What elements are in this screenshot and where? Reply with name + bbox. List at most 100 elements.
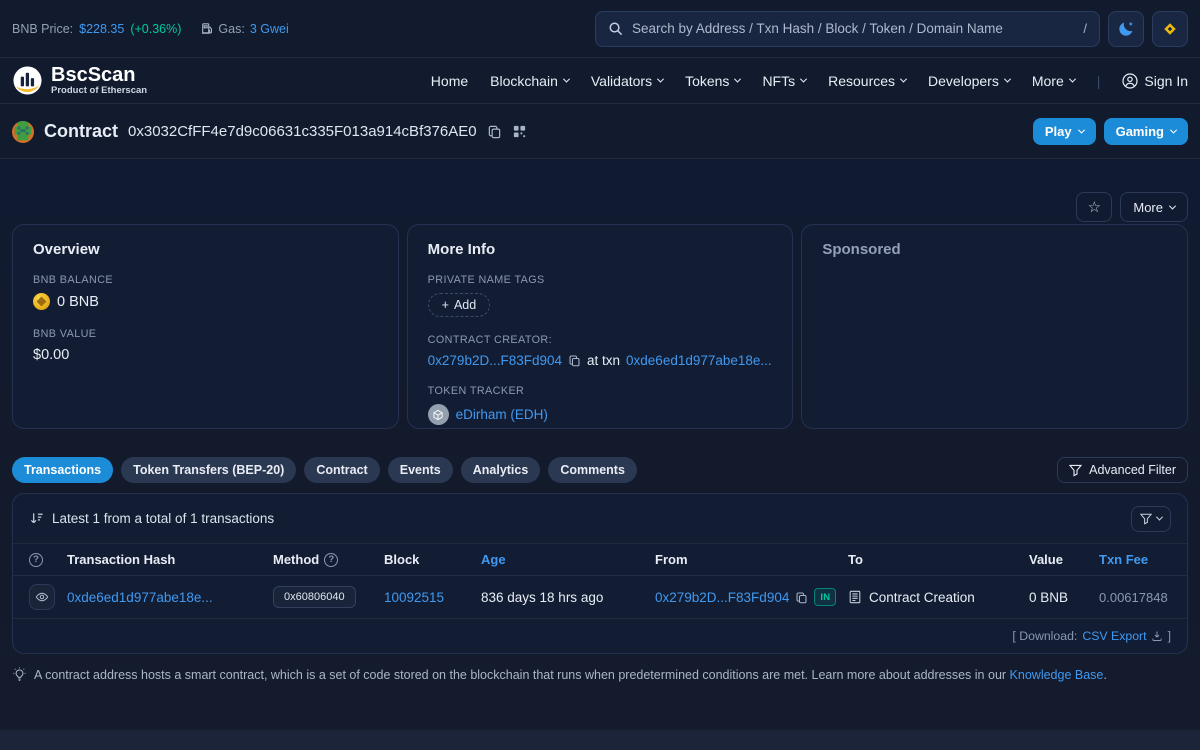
knowledge-base-link[interactable]: Knowledge Base [1010, 668, 1104, 682]
nav-item-tokens[interactable]: Tokens [685, 73, 740, 89]
tx-fee: 0.00617848 [1099, 590, 1173, 605]
brand-tagline: Product of Etherscan [51, 86, 147, 96]
plus-icon: + [442, 298, 449, 312]
footer-band [0, 730, 1200, 750]
bnb-value: $0.00 [33, 347, 69, 363]
at-txn-text: at txn [587, 353, 620, 368]
funnel-icon [1140, 513, 1152, 525]
gas-value[interactable]: 3 Gwei [250, 22, 289, 36]
help-icon: ? [324, 553, 338, 567]
gas-pump-icon [201, 22, 213, 35]
advanced-filter-button[interactable]: Advanced Filter [1057, 457, 1188, 483]
gas-label: Gas: [218, 22, 244, 36]
nav-item-validators[interactable]: Validators [591, 73, 663, 89]
user-icon [1122, 73, 1138, 89]
search-bar[interactable]: / [595, 11, 1100, 47]
direction-badge: IN [814, 588, 836, 606]
table-filter-button[interactable] [1131, 506, 1171, 532]
csv-export-link[interactable]: CSV Export [1082, 629, 1162, 643]
token-tracker-link[interactable]: eDirham (EDH) [456, 407, 548, 422]
qr-grid-icon[interactable] [512, 124, 527, 139]
col-transaction-hash: Transaction Hash [67, 552, 273, 567]
contract-creator-row: 0x279b2D...F83Fd904 at txn 0xde6ed1d977a… [428, 353, 773, 368]
navbar: BscScan Product of Etherscan Home Blockc… [0, 57, 1200, 104]
copy-address-icon[interactable] [487, 124, 502, 139]
tx-hash-link[interactable]: 0xde6ed1d977abe18e... [67, 590, 273, 605]
download-prefix: [ Download: [1012, 629, 1077, 643]
bnb-balance-label: BNB BALANCE [33, 274, 378, 286]
method-badge[interactable]: 0x60806040 [273, 586, 356, 608]
bnb-price-change: (+0.36%) [130, 22, 181, 36]
token-tracker-row: eDirham (EDH) [428, 404, 773, 425]
bnb-price-label: BNB Price: [12, 22, 73, 36]
table-header-row: ? Transaction Hash Method? Block Age Fro… [13, 544, 1187, 576]
from-cell: 0x279b2D...F83Fd904 IN [655, 588, 848, 606]
tab-transactions[interactable]: Transactions [12, 457, 113, 483]
bnb-price-value[interactable]: $228.35 [79, 22, 124, 36]
star-icon: ☆ [1088, 198, 1101, 216]
col-method: Method? [273, 552, 384, 567]
main-nav: Home Blockchain Validators Tokens NFTs R… [431, 73, 1188, 89]
col-age-toggle[interactable]: Age [481, 552, 655, 567]
creation-txn-link[interactable]: 0xde6ed1d977abe18e... [626, 353, 772, 368]
tx-value: 0 BNB [1029, 590, 1099, 605]
nav-item-nfts[interactable]: NFTs [762, 73, 806, 89]
copy-creator-icon[interactable] [568, 354, 581, 367]
sponsored-card: Sponsored [801, 224, 1188, 429]
nav-item-home[interactable]: Home [431, 73, 468, 89]
address-identicon [12, 121, 34, 143]
nav-item-more[interactable]: More [1032, 73, 1075, 89]
tab-analytics[interactable]: Analytics [461, 457, 541, 483]
col-txn-fee-toggle[interactable]: Txn Fee [1099, 552, 1173, 567]
bscscan-logo-icon [12, 65, 43, 96]
nav-item-developers[interactable]: Developers [928, 73, 1010, 89]
download-icon [1151, 630, 1163, 642]
creator-address-link[interactable]: 0x279b2D...F83Fd904 [428, 353, 562, 368]
sponsored-title: Sponsored [822, 241, 1167, 258]
chevron-down-icon [1156, 514, 1163, 521]
tab-events[interactable]: Events [388, 457, 453, 483]
lightbulb-icon [12, 667, 27, 682]
nav-item-blockchain[interactable]: Blockchain [490, 73, 569, 89]
more-options-button[interactable]: More [1120, 192, 1188, 222]
sign-in-button[interactable]: Sign In [1122, 73, 1188, 89]
chevron-down-icon [1069, 76, 1076, 83]
tab-contract[interactable]: Contract [304, 457, 379, 483]
gas-group: Gas: 3 Gwei [201, 22, 288, 36]
block-link[interactable]: 10092515 [384, 590, 481, 605]
tab-token-transfers[interactable]: Token Transfers (BEP-20) [121, 457, 296, 483]
bnb-coin-icon [33, 293, 50, 310]
table-summary: Latest 1 from a total of 1 transactions [29, 511, 274, 526]
tabs-row: Transactions Token Transfers (BEP-20) Co… [12, 457, 1188, 483]
chevron-down-icon [1170, 127, 1177, 134]
chevron-down-icon [1169, 202, 1176, 209]
tab-comments[interactable]: Comments [548, 457, 637, 483]
info-cards: Overview BNB BALANCE 0 BNB BNB VALUE $0.… [12, 224, 1188, 429]
add-private-tag-button[interactable]: + Add [428, 293, 491, 317]
bnb-value-label: BNB VALUE [33, 328, 378, 340]
from-address-link[interactable]: 0x279b2D...F83Fd904 [655, 590, 789, 605]
chevron-down-icon [734, 76, 741, 83]
play-button[interactable]: Play [1033, 118, 1096, 145]
chevron-down-icon [1078, 127, 1085, 134]
favorite-star-button[interactable]: ☆ [1076, 192, 1112, 222]
brand-logo[interactable]: BscScan Product of Etherscan [12, 65, 147, 96]
tx-preview-eye-button[interactable] [29, 584, 55, 610]
slash-shortcut-hint: / [1083, 21, 1087, 36]
transaction-row: 0xde6ed1d977abe18e... 0x60806040 1009251… [13, 576, 1187, 619]
bnb-logo-icon [1161, 20, 1179, 38]
nav-item-resources[interactable]: Resources [828, 73, 906, 89]
bnb-balance-value: 0 BNB [57, 294, 99, 310]
chevron-down-icon [657, 76, 664, 83]
tx-age: 836 days 18 hrs ago [481, 590, 655, 605]
token-tracker-label: TOKEN TRACKER [428, 385, 773, 397]
gaming-button[interactable]: Gaming [1104, 118, 1188, 145]
copy-from-icon[interactable] [795, 591, 808, 604]
eye-icon [35, 590, 49, 604]
contract-header-actions: Play Gaming [1033, 118, 1188, 145]
brand-name: BscScan [51, 65, 147, 86]
page-actions-row: ☆ More [12, 192, 1188, 222]
search-input[interactable] [632, 21, 1074, 36]
bnb-network-button[interactable] [1152, 11, 1188, 47]
theme-toggle-button[interactable] [1108, 11, 1144, 47]
